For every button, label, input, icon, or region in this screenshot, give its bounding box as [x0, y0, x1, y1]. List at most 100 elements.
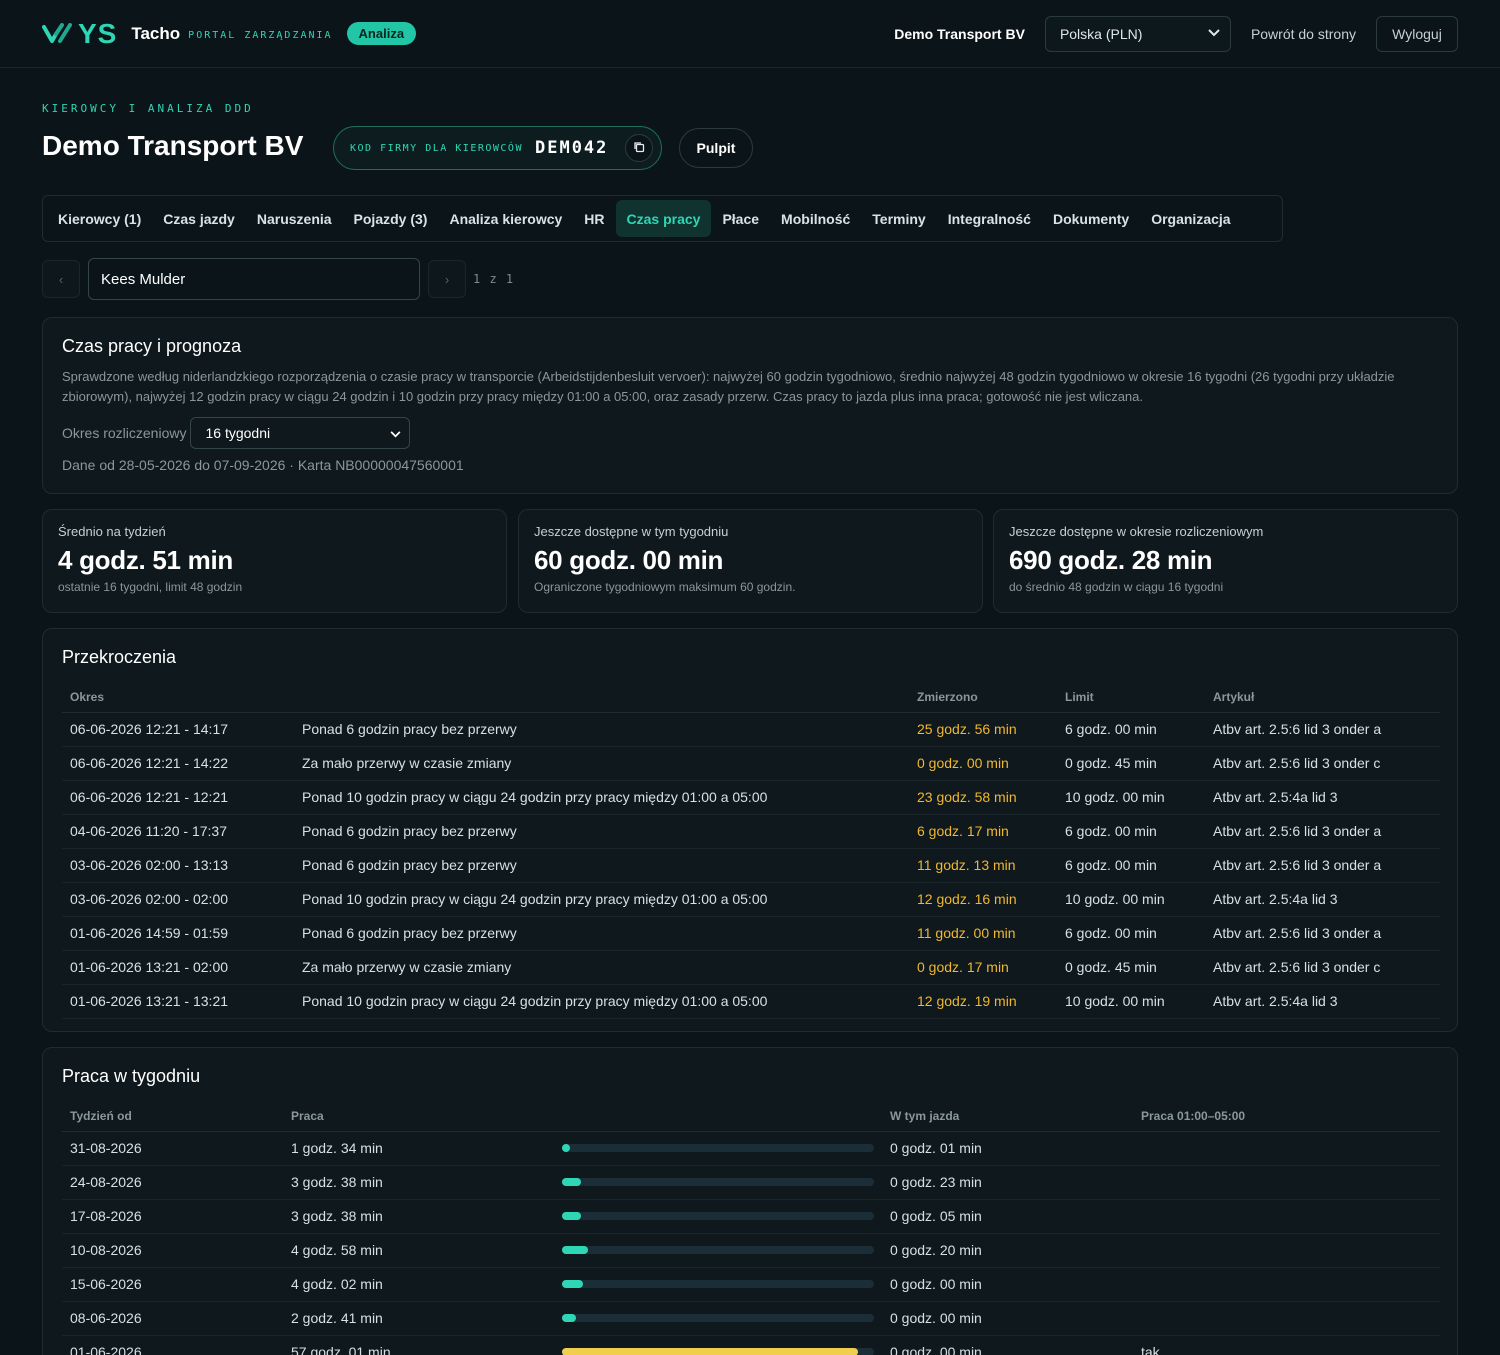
- violations-table: Okres Zmierzono Limit Artykuł 06-06-2026…: [62, 682, 1440, 1019]
- violation-article: Atbv art. 2.5:4a lid 3: [1205, 984, 1440, 1019]
- pulpit-button[interactable]: Pulpit: [679, 128, 753, 168]
- week-week: 01-06-2026: [62, 1335, 283, 1355]
- week-work: 57 godz. 01 min: [283, 1335, 554, 1355]
- next-driver-button[interactable]: ›: [428, 260, 466, 298]
- logout-button[interactable]: Wyloguj: [1376, 15, 1458, 52]
- violation-measured: 11 godz. 13 min: [909, 848, 1057, 883]
- violation-row: 01-06-2026 13:21 - 02:00 Za mało przerwy …: [62, 950, 1440, 985]
- week-week: 10-08-2026: [62, 1233, 283, 1268]
- stat-sub: do średnio 48 godzin w ciągu 16 tygodni: [1009, 580, 1224, 594]
- col-article: Artykuł: [1205, 682, 1440, 713]
- week-row: 01-06-2026 57 godz. 01 min 0 godz. 00 min t…: [62, 1335, 1440, 1355]
- week-week: 31-08-2026: [62, 1131, 283, 1166]
- logo[interactable]: YS Tacho PORTAL ZARZĄDZANIA: [42, 18, 333, 50]
- col-night: Praca 01:00–05:00: [1133, 1101, 1440, 1132]
- violation-desc: Ponad 6 godzin pracy bez przerwy: [294, 848, 909, 883]
- chevron-down-icon: [390, 425, 401, 441]
- violation-desc: Ponad 6 godzin pracy bez przerwy: [294, 916, 909, 951]
- tab-11[interactable]: Dokumenty: [1042, 200, 1140, 237]
- violation-period: 03-06-2026 02:00 - 02:00: [62, 882, 294, 917]
- violation-measured: 11 godz. 00 min: [909, 916, 1057, 951]
- week-bar-cell: [554, 1165, 882, 1200]
- tab-1[interactable]: Czas jazdy: [152, 200, 246, 237]
- tab-4[interactable]: Analiza kierowcy: [438, 200, 573, 237]
- week-row: 10-08-2026 4 godz. 58 min 0 godz. 20 min: [62, 1233, 1440, 1268]
- country-select[interactable]: Polska (PLN): [1044, 15, 1231, 52]
- col-week: Tydzień od: [62, 1101, 283, 1132]
- violation-period: 01-06-2026 13:21 - 13:21: [62, 984, 294, 1019]
- copy-icon: [633, 140, 645, 156]
- violation-period: 01-06-2026 14:59 - 01:59: [62, 916, 294, 951]
- stat-sub: Ograniczone tygodniowym maksimum 60 godz…: [534, 580, 796, 594]
- work-progress-fill: [562, 1348, 858, 1355]
- prev-driver-button[interactable]: ‹: [42, 260, 80, 298]
- week-bar-cell: [554, 1301, 882, 1336]
- weekly-work-card: Praca w tygodniu Tydzień od Praca W tym …: [42, 1047, 1458, 1355]
- tab-12[interactable]: Organizacja: [1140, 200, 1241, 237]
- week-bar-cell: [554, 1199, 882, 1234]
- week-bar-cell: [554, 1233, 882, 1268]
- violation-period: 03-06-2026 02:00 - 13:13: [62, 848, 294, 883]
- week-row: 24-08-2026 3 godz. 38 min 0 godz. 23 min: [62, 1165, 1440, 1200]
- logo-portal-text: PORTAL ZARZĄDZANIA: [188, 30, 333, 41]
- week-night: [1133, 1165, 1440, 1200]
- week-row: 15-06-2026 4 godz. 02 min 0 godz. 00 min: [62, 1267, 1440, 1302]
- copy-code-button[interactable]: [625, 134, 653, 162]
- tab-0[interactable]: Kierowcy (1): [47, 200, 152, 237]
- logo-ys: YS: [78, 17, 118, 49]
- violation-desc: Ponad 6 godzin pracy bez przerwy: [294, 712, 909, 747]
- work-progress-fill: [562, 1178, 581, 1186]
- week-work: 1 godz. 34 min: [283, 1131, 554, 1166]
- work-progress-bar: [562, 1212, 874, 1220]
- week-work: 4 godz. 02 min: [283, 1267, 554, 1302]
- work-progress-bar: [562, 1314, 874, 1322]
- week-work: 4 godz. 58 min: [283, 1233, 554, 1268]
- tab-5[interactable]: HR: [573, 200, 615, 237]
- work-progress-bar: [562, 1178, 874, 1186]
- violation-desc: Ponad 10 godzin pracy w ciągu 24 godzin …: [294, 984, 909, 1019]
- week-bar-cell: [554, 1267, 882, 1302]
- period-select[interactable]: 16 tygodni: [190, 417, 411, 449]
- driver-pager: 1 z 1: [473, 272, 515, 286]
- violation-article: Atbv art. 2.5:6 lid 3 onder a: [1205, 916, 1440, 951]
- week-row: 08-06-2026 2 godz. 41 min 0 godz. 00 min: [62, 1301, 1440, 1336]
- violation-limit: 6 godz. 00 min: [1057, 848, 1205, 883]
- violation-article: Atbv art. 2.5:4a lid 3: [1205, 780, 1440, 815]
- stat-card-period-available: Jeszcze dostępne w okresie rozliczeniowy…: [993, 509, 1458, 613]
- work-progress-fill: [562, 1280, 583, 1288]
- violation-limit: 0 godz. 45 min: [1057, 950, 1205, 985]
- back-to-site-link[interactable]: Powrót do strony: [1251, 26, 1356, 42]
- violation-limit: 10 godz. 00 min: [1057, 984, 1205, 1019]
- violation-article: Atbv art. 2.5:4a lid 3: [1205, 882, 1440, 917]
- stat-value: 60 godz. 00 min: [534, 545, 724, 575]
- violation-limit: 6 godz. 00 min: [1057, 916, 1205, 951]
- tab-3[interactable]: Pojazdy (3): [343, 200, 439, 237]
- work-progress-fill: [562, 1144, 570, 1152]
- company-code-value: DEM042: [534, 138, 609, 158]
- col-driving: W tym jazda: [882, 1101, 1133, 1132]
- violation-period: 01-06-2026 13:21 - 02:00: [62, 950, 294, 985]
- violation-measured: 12 godz. 16 min: [909, 882, 1057, 917]
- tab-6[interactable]: Czas pracy: [615, 200, 712, 237]
- week-week: 24-08-2026: [62, 1165, 283, 1200]
- tab-10[interactable]: Integralność: [937, 200, 1042, 237]
- violation-desc: Za mało przerwy w czasie zmiany: [294, 950, 909, 985]
- violations-title: Przekroczenia: [62, 647, 177, 667]
- violation-row: 04-06-2026 11:20 - 17:37 Ponad 6 godzin p…: [62, 814, 1440, 849]
- tab-9[interactable]: Terminy: [861, 200, 936, 237]
- work-time-info-card: Czas pracy i prognoza Sprawdzone według …: [42, 317, 1458, 494]
- col-bar: [554, 1101, 882, 1132]
- tab-8[interactable]: Mobilność: [770, 200, 861, 237]
- weekly-title: Praca w tygodniu: [62, 1066, 201, 1086]
- violation-row: 03-06-2026 02:00 - 02:00 Ponad 10 godzin …: [62, 882, 1440, 917]
- violation-period: 06-06-2026 12:21 - 14:17: [62, 712, 294, 747]
- driver-select[interactable]: Kees Mulder: [88, 258, 420, 300]
- violation-measured: 0 godz. 17 min: [909, 950, 1057, 985]
- tab-2[interactable]: Naruszenia: [246, 200, 343, 237]
- violation-measured: 6 godz. 17 min: [909, 814, 1057, 849]
- chevron-down-icon: [1208, 28, 1220, 40]
- week-driving: 0 godz. 20 min: [882, 1233, 1133, 1268]
- work-progress-fill: [562, 1314, 576, 1322]
- work-progress-bar: [562, 1246, 874, 1254]
- tab-7[interactable]: Płace: [711, 200, 770, 237]
